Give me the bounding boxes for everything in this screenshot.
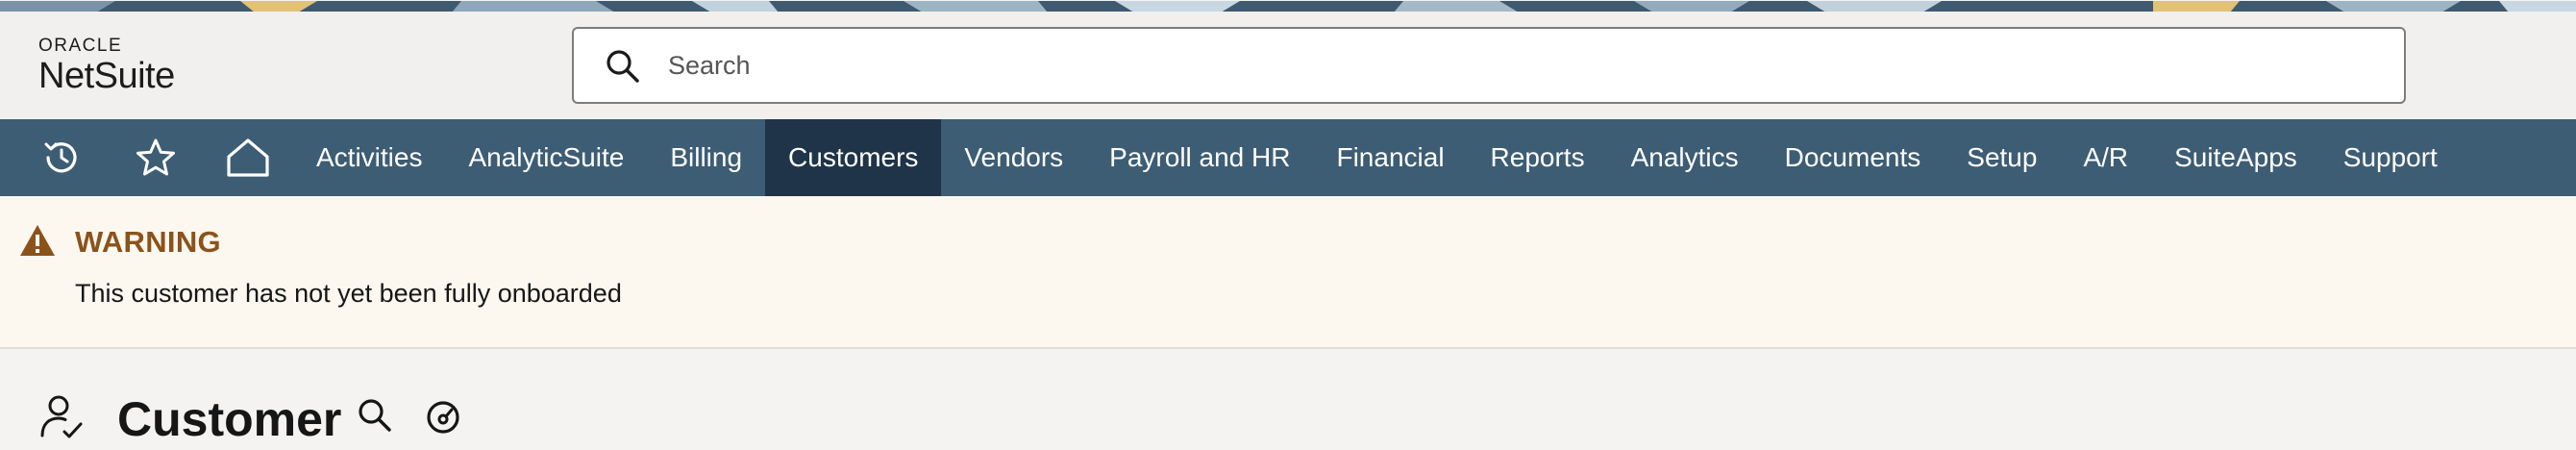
favorites-button[interactable]: [110, 119, 202, 196]
warning-triangle-icon: [20, 225, 55, 256]
nav-reports[interactable]: Reports: [1468, 119, 1608, 196]
warning-banner: WARNING This customer has not yet been f…: [0, 196, 2576, 349]
nav-ar[interactable]: A/R: [2060, 119, 2151, 196]
warning-title: WARNING: [75, 225, 221, 259]
page-header: Customer: [0, 351, 2576, 450]
nav-financial[interactable]: Financial: [1313, 119, 1467, 196]
home-button[interactable]: [202, 119, 294, 196]
logo-product: NetSuite: [38, 56, 175, 96]
search-input[interactable]: Search: [668, 51, 751, 81]
search-icon[interactable]: [357, 397, 393, 434]
home-icon: [227, 138, 269, 177]
app-header: ORACLE NetSuite Search: [0, 12, 2576, 119]
nav-vendors[interactable]: Vendors: [941, 119, 1086, 196]
nav-setup[interactable]: Setup: [1944, 119, 2060, 196]
star-icon: [136, 138, 175, 176]
nav-suiteapps[interactable]: SuiteApps: [2151, 119, 2320, 196]
nav-support[interactable]: Support: [2320, 119, 2461, 196]
customer-person-icon: [40, 395, 83, 438]
main-nav-bar: Activities AnalyticSuite Billing Custome…: [0, 119, 2576, 196]
page-title: Customer: [117, 392, 342, 446]
header-decorative-strip: [0, 0, 2576, 12]
logo-company: ORACLE: [38, 36, 123, 56]
nav-activities[interactable]: Activities: [293, 119, 445, 196]
nav-analyticsuite[interactable]: AnalyticSuite: [445, 119, 647, 196]
global-search-box[interactable]: Search: [572, 27, 2406, 104]
nav-payroll-and-hr[interactable]: Payroll and HR: [1086, 119, 1313, 196]
recent-history-button[interactable]: [15, 119, 108, 196]
dashboard-gauge-icon[interactable]: [425, 399, 461, 436]
recent-history-icon: [44, 142, 77, 173]
nav-documents[interactable]: Documents: [1762, 119, 1944, 196]
netsuite-logo[interactable]: ORACLE NetSuite: [38, 36, 175, 97]
nav-customers[interactable]: Customers: [765, 119, 942, 196]
main-menu: Activities AnalyticSuite Billing Custome…: [293, 119, 2461, 196]
warning-message: This customer has not yet been fully onb…: [75, 279, 622, 308]
search-icon: [607, 50, 639, 83]
nav-analytics[interactable]: Analytics: [1608, 119, 1762, 196]
nav-billing[interactable]: Billing: [647, 119, 765, 196]
